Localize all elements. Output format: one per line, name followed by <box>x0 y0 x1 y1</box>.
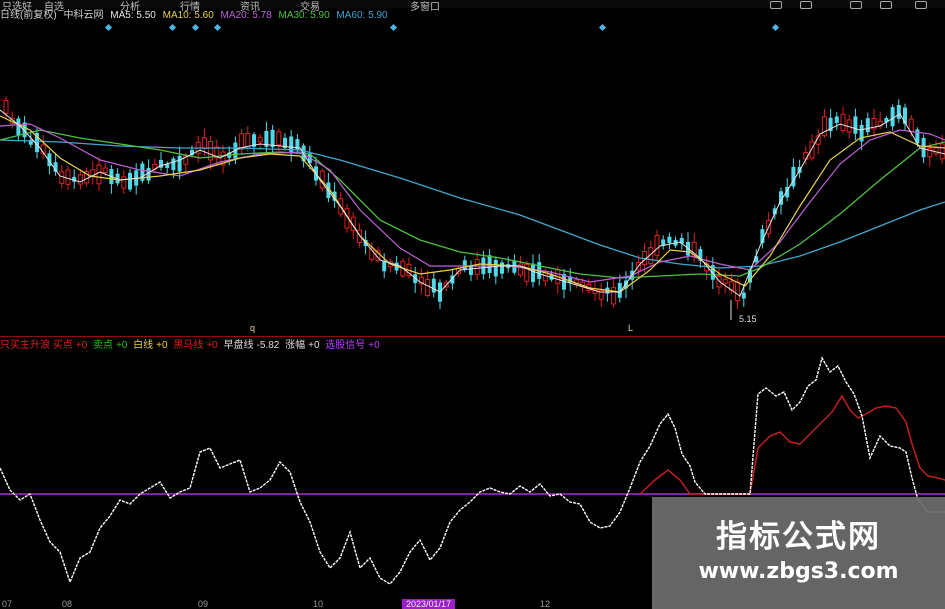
candle-body <box>3 99 9 114</box>
panel-separator <box>0 336 945 337</box>
ma5-value: MA5: 5.50 <box>110 10 156 21</box>
watermark-url: www.zbgs3.com <box>698 559 899 584</box>
layout-icon[interactable] <box>800 1 812 9</box>
ind-value-darkhorse: +0 <box>206 340 218 351</box>
candle-body <box>531 263 535 283</box>
candle-body <box>735 281 741 302</box>
ind-label-buy: 只买主升浪 买点 <box>0 340 73 351</box>
price-chart[interactable]: 5.15 q L <box>0 30 945 335</box>
marker-l: L <box>628 323 633 333</box>
ind-label-sell: 卖点 <box>92 340 113 351</box>
ma-legend: 日线(前复权) 中科云网 MA5: 5.50 MA10: 5.60 MA20: … <box>0 9 945 23</box>
candle-body <box>171 158 176 171</box>
candle-body <box>96 164 102 185</box>
axis-tick: 07 <box>2 599 13 609</box>
candle-body <box>500 262 504 274</box>
candle-body <box>903 107 907 124</box>
candle-body <box>128 172 132 190</box>
candle-body <box>722 278 728 284</box>
candle-body <box>611 287 617 305</box>
candle-body <box>425 279 431 297</box>
ind-value-white: +0 <box>156 340 168 351</box>
watermark: 指标公式网 www.zbgs3.com <box>652 497 945 609</box>
ma10-line <box>0 115 945 293</box>
candle-body <box>933 147 939 155</box>
low-price-label: 5.15 <box>739 314 757 324</box>
ma30-value: MA30: 5.90 <box>278 10 330 21</box>
candle-body <box>853 116 858 134</box>
candle-body <box>16 118 21 136</box>
ind-label-signal: 选股信号 <box>325 340 366 351</box>
stock-name: 中科云网 <box>63 10 104 21</box>
ma30-line <box>0 129 945 279</box>
top-toolbar: 只选好 自选 分析 行情 资讯 交易 多窗口 <box>0 0 945 13</box>
axis-tick: 09 <box>198 599 209 609</box>
candle-body <box>859 124 864 142</box>
candlesticks <box>3 96 945 310</box>
ind-label-white: 白线 <box>133 340 154 351</box>
candle-body <box>803 151 809 160</box>
ma10-value: MA10: 5.60 <box>162 10 214 21</box>
ma60-value: MA60: 5.90 <box>336 10 388 21</box>
candle-body <box>474 258 480 275</box>
candle-body <box>270 129 275 148</box>
red-indicator-line <box>639 394 945 495</box>
candle-body <box>939 143 945 160</box>
candle-body <box>890 107 895 127</box>
candle-body <box>741 292 746 299</box>
candle-body <box>257 136 263 143</box>
indicator-legend: 只买主升浪 买点 +0 卖点 +0 白线 +0 黑马线 +0 早盘线 -5.82 涨幅 +0… <box>0 339 945 352</box>
candle-body <box>65 169 71 185</box>
ind-value-signal: +0 <box>368 340 380 351</box>
candle-body <box>276 131 282 146</box>
candle-body <box>77 174 83 185</box>
ind-label-morning: 早盘线 <box>223 340 254 351</box>
candle-body <box>865 118 870 133</box>
trading-terminal: 只选好 自选 分析 行情 资讯 交易 多窗口 日线(前复权) 中科云网 MA5:… <box>0 0 945 609</box>
window-icon[interactable] <box>850 1 862 9</box>
candle-body <box>146 168 151 181</box>
ind-value-rise: +0 <box>308 340 320 351</box>
candle-body <box>654 234 660 256</box>
axis-tick: 10 <box>313 599 324 609</box>
ind-value-morning: -5.82 <box>256 340 280 351</box>
marker-q: q <box>250 323 255 333</box>
crosshair-date-badge: 2023/01/17 <box>402 599 456 609</box>
candle-body <box>896 105 901 119</box>
ma20-value: MA20: 5.78 <box>220 10 272 21</box>
candle-body <box>201 137 207 150</box>
candle-body <box>59 171 65 184</box>
candle-body <box>840 113 846 132</box>
candle-body <box>177 155 182 172</box>
candle-body <box>667 236 672 244</box>
ind-value-sell: +0 <box>115 340 128 351</box>
ind-value-buy: +0 <box>75 340 88 351</box>
fullscreen-icon[interactable] <box>880 1 892 9</box>
candle-body <box>809 141 815 159</box>
candle-body <box>102 167 108 173</box>
watermark-title: 指标公式网 <box>716 519 881 555</box>
ind-label-rise: 涨幅 <box>285 340 306 351</box>
candle-body <box>121 176 127 189</box>
axis-tick: 08 <box>62 599 73 609</box>
candle-body <box>469 266 473 276</box>
candle-body <box>462 260 467 270</box>
period-label[interactable]: 日线(前复权) <box>0 10 57 21</box>
settings-icon[interactable] <box>770 1 782 9</box>
candle-body <box>431 278 436 293</box>
candle-body <box>493 259 498 277</box>
ma60-line <box>0 139 945 269</box>
axis-tick: 12 <box>540 599 551 609</box>
candle-body <box>382 261 387 272</box>
ind-label-darkhorse: 黑马线 <box>173 340 204 351</box>
candle-body <box>834 116 839 123</box>
close-icon[interactable] <box>915 1 927 9</box>
